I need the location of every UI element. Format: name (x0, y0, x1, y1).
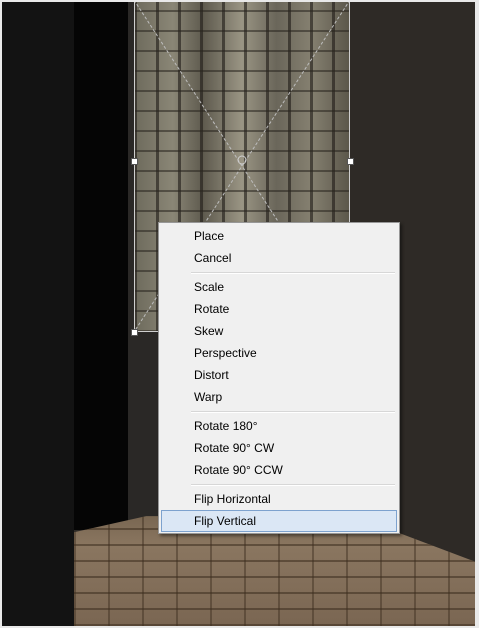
transform-handle-left[interactable] (131, 158, 138, 165)
dark-wall-shape (74, 2, 128, 530)
transform-context-menu: Place Cancel Scale Rotate Skew Perspecti… (158, 222, 400, 534)
menu-item-flip-horizontal[interactable]: Flip Horizontal (161, 488, 397, 510)
transform-handle-right[interactable] (347, 158, 354, 165)
menu-item-rotate-180[interactable]: Rotate 180° (161, 415, 397, 437)
menu-item-rotate[interactable]: Rotate (161, 298, 397, 320)
menu-separator (161, 269, 397, 276)
left-wall-shape (2, 2, 74, 626)
menu-separator (161, 481, 397, 488)
menu-separator (161, 408, 397, 415)
menu-item-place[interactable]: Place (161, 225, 397, 247)
menu-item-rotate-90-cw[interactable]: Rotate 90° CW (161, 437, 397, 459)
menu-item-scale[interactable]: Scale (161, 276, 397, 298)
menu-item-flip-vertical[interactable]: Flip Vertical (161, 510, 397, 532)
transform-handle-bottom-left[interactable] (131, 329, 138, 336)
menu-item-warp[interactable]: Warp (161, 386, 397, 408)
menu-item-rotate-90-ccw[interactable]: Rotate 90° CCW (161, 459, 397, 481)
menu-item-perspective[interactable]: Perspective (161, 342, 397, 364)
menu-item-cancel[interactable]: Cancel (161, 247, 397, 269)
menu-item-distort[interactable]: Distort (161, 364, 397, 386)
menu-item-skew[interactable]: Skew (161, 320, 397, 342)
